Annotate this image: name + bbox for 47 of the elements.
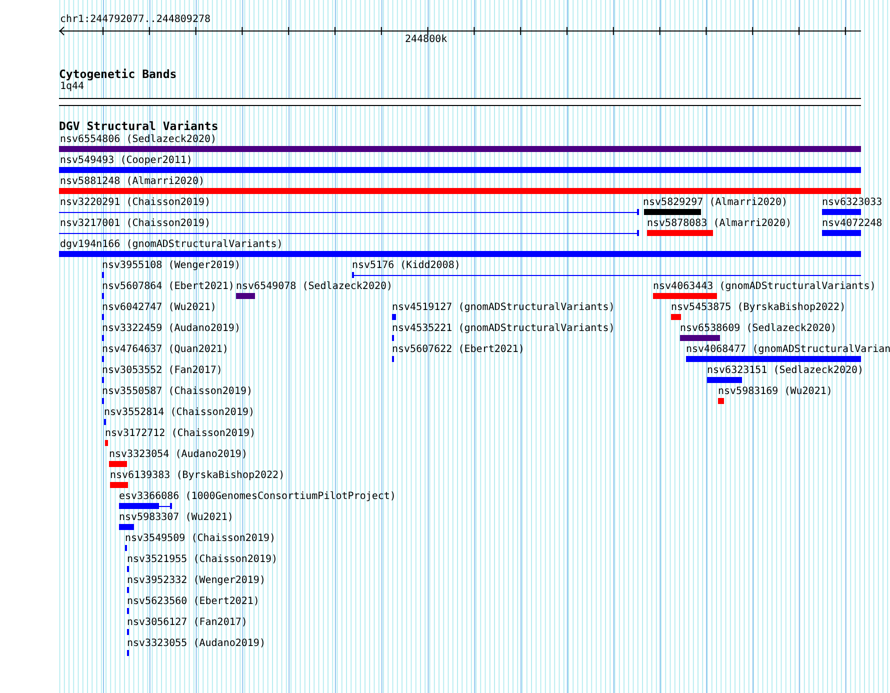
feature-label: nsv3322459 (Audano2019)	[102, 324, 240, 334]
band-label: 1q44	[60, 81, 84, 93]
feature-label: nsv6549078 (Sedlazeck2020)	[236, 282, 393, 292]
feature-label: nsv3217001 (Chaisson2019)	[60, 219, 211, 229]
feature-label: nsv5607864 (Ebert2021)	[102, 282, 234, 292]
cytoband-bar[interactable]	[59, 98, 861, 106]
feature-label: nsv4535221 (gnomADStructuralVariants)	[392, 324, 615, 334]
feature-label: nsv5623560 (Ebert2021)	[127, 597, 260, 607]
feature-label: esv3366086 (1000GenomesConsortiumPilotProject)	[119, 492, 396, 502]
feature-label: nsv4068477 (gnomADStructuralVarian	[686, 345, 890, 355]
feature-label: nsv6042747 (Wu2021)	[102, 303, 216, 313]
feature-label: nsv5453875 (ByrskaBishop2022)	[671, 303, 846, 313]
feature-label: nsv5607622 (Ebert2021)	[392, 345, 524, 355]
feature-label: nsv6538609 (Sedlazeck2020)	[680, 324, 837, 334]
feature-label: nsv3952332 (Wenger2019)	[127, 576, 266, 586]
feature-label: nsv3323054 (Audano2019)	[109, 450, 248, 460]
axis-tick-label: 244800k	[405, 34, 448, 46]
feature-label: nsv3550587 (Chaisson2019)	[102, 387, 253, 397]
feature-bar[interactable]	[119, 503, 172, 509]
feature-label: nsv5829297 (Almarri2020)	[643, 198, 788, 208]
feature-label: nsv5881248 (Almarri2020)	[60, 177, 204, 187]
feature-label: nsv3552814 (Chaisson2019)	[104, 408, 255, 418]
feature-label: nsv6323151 (Sedlazeck2020)	[707, 366, 864, 376]
feature-label: nsv6323033	[822, 198, 882, 208]
feature-label: nsv3521955 (Chaisson2019)	[127, 555, 278, 565]
feature-label: nsv549493 (Cooper2011)	[60, 156, 192, 166]
track-title: DGV Structural Variants	[59, 119, 218, 133]
feature-label: nsv5983307 (Wu2021)	[119, 513, 234, 523]
feature-label: nsv5878083 (Almarri2020)	[647, 219, 792, 229]
feature-label: nsv4764637 (Quan2021)	[102, 345, 228, 355]
track-title: Cytogenetic Bands	[59, 67, 177, 81]
feature-label: nsv4072248	[822, 219, 882, 229]
feature-label: nsv4063443 (gnomADStructuralVariants)	[653, 282, 876, 292]
feature-label: nsv6554806 (Sedlazeck2020)	[60, 135, 217, 145]
feature-label: nsv3056127 (Fan2017)	[127, 618, 248, 628]
feature-label: nsv3955108 (Wenger2019)	[102, 261, 240, 271]
feature-label: nsv3053552 (Fan2017)	[102, 366, 222, 376]
location-label: chr1:244792077..244809278	[60, 14, 211, 26]
feature-label: dgv194n166 (gnomADStructuralVariants)	[60, 240, 283, 250]
feature-label: nsv3323055 (Audano2019)	[127, 639, 266, 649]
feature-label: nsv3220291 (Chaisson2019)	[60, 198, 211, 208]
feature-label: nsv4519127 (gnomADStructuralVariants)	[392, 303, 615, 313]
feature-label: nsv6139383 (ByrskaBishop2022)	[110, 471, 285, 481]
feature-label: nsv3549509 (Chaisson2019)	[125, 534, 276, 544]
feature-label: nsv3172712 (Chaisson2019)	[105, 429, 256, 439]
feature-label: nsv5176 (Kidd2008)	[352, 261, 460, 271]
feature-label: nsv5983169 (Wu2021)	[718, 387, 832, 397]
